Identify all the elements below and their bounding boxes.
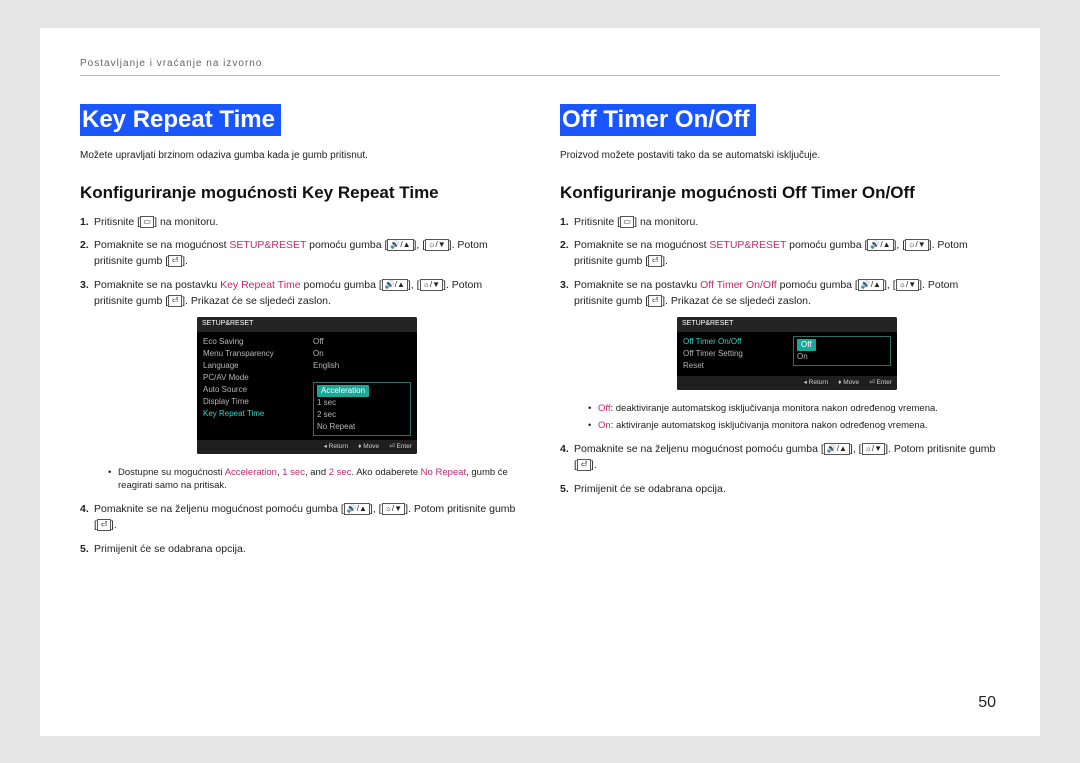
enter-icon: ⏎ — [97, 519, 111, 531]
section-title-right: Off Timer On/Off — [560, 104, 756, 136]
step-3: Pomaknite se na postavku Key Repeat Time… — [80, 278, 520, 492]
vol-up-icon: 🔊/▲ — [344, 503, 370, 515]
vol-up-icon: 🔊/▲ — [387, 239, 413, 251]
intro-left: Možete upravljati brzinom odaziva gumba … — [80, 150, 520, 161]
osd-preview-right: SETUP&RESET Off Timer On/Off Off Timer S… — [677, 317, 897, 389]
step-4: Pomaknite se na željenu mogućnost pomoću… — [560, 442, 1000, 474]
step-5: Primijenit će se odabrana opcija. — [80, 542, 520, 558]
left-column: Key Repeat Time Možete upravljati brzino… — [80, 104, 520, 566]
enter-icon: ⏎ — [648, 255, 662, 267]
osd-preview-left: SETUP&RESET Eco Saving Menu Transparency… — [197, 317, 417, 453]
notes-left: Dostupne su mogućnosti Acceleration, 1 s… — [108, 466, 520, 493]
enter-icon: ⏎ — [648, 295, 662, 307]
step-1: Pritisnite [▭] na monitoru. — [560, 215, 1000, 231]
osd-enter-icon: ⏎ Enter — [389, 442, 412, 452]
osd-move-icon: ♦ Move — [838, 378, 859, 388]
step-2: Pomaknite se na mogućnost SETUP&RESET po… — [80, 238, 520, 270]
vol-up-icon: 🔊/▲ — [858, 279, 884, 291]
osd-return-icon: ◂ Return — [324, 442, 349, 452]
bright-down-icon: ☼/▼ — [420, 279, 443, 291]
osd-return-icon: ◂ Return — [804, 378, 829, 388]
bright-down-icon: ☼/▼ — [905, 239, 928, 251]
bright-down-icon: ☼/▼ — [862, 443, 885, 455]
steps-left: Pritisnite [▭] na monitoru. Pomaknite se… — [80, 215, 520, 558]
osd-move-icon: ♦ Move — [358, 442, 379, 452]
menu-button-icon: ▭ — [620, 216, 634, 228]
enter-icon: ⏎ — [168, 295, 182, 307]
menu-button-icon: ▭ — [140, 216, 154, 228]
step-2: Pomaknite se na mogućnost SETUP&RESET po… — [560, 238, 1000, 270]
document-page: Postavljanje i vraćanje na izvorno Key R… — [40, 28, 1040, 736]
vol-up-icon: 🔊/▲ — [867, 239, 893, 251]
subhead-left: Konfiguriranje mogućnosti Key Repeat Tim… — [80, 183, 520, 203]
bright-down-icon: ☼/▼ — [896, 279, 919, 291]
step-4: Pomaknite se na željenu mogućnost pomoću… — [80, 502, 520, 534]
page-number: 50 — [978, 694, 996, 712]
enter-icon: ⏎ — [168, 255, 182, 267]
osd-enter-icon: ⏎ Enter — [869, 378, 892, 388]
steps-right: Pritisnite [▭] na monitoru. Pomaknite se… — [560, 215, 1000, 498]
subhead-right: Konfiguriranje mogućnosti Off Timer On/O… — [560, 183, 1000, 203]
section-title-left: Key Repeat Time — [80, 104, 281, 136]
vol-up-icon: 🔊/▲ — [824, 443, 850, 455]
notes-right: Off: deaktiviranje automatskog isključiv… — [588, 402, 1000, 433]
bright-down-icon: ☼/▼ — [382, 503, 405, 515]
intro-right: Proizvod možete postaviti tako da se aut… — [560, 150, 1000, 161]
enter-icon: ⏎ — [577, 459, 591, 471]
step-5: Primijenit će se odabrana opcija. — [560, 482, 1000, 498]
right-column: Off Timer On/Off Proizvod možete postavi… — [560, 104, 1000, 566]
step-3: Pomaknite se na postavku Off Timer On/Of… — [560, 278, 1000, 432]
two-column-layout: Key Repeat Time Možete upravljati brzino… — [80, 104, 1000, 566]
bright-down-icon: ☼/▼ — [425, 239, 448, 251]
step-1: Pritisnite [▭] na monitoru. — [80, 215, 520, 231]
vol-up-icon: 🔊/▲ — [382, 279, 408, 291]
running-header: Postavljanje i vraćanje na izvorno — [80, 58, 1000, 76]
